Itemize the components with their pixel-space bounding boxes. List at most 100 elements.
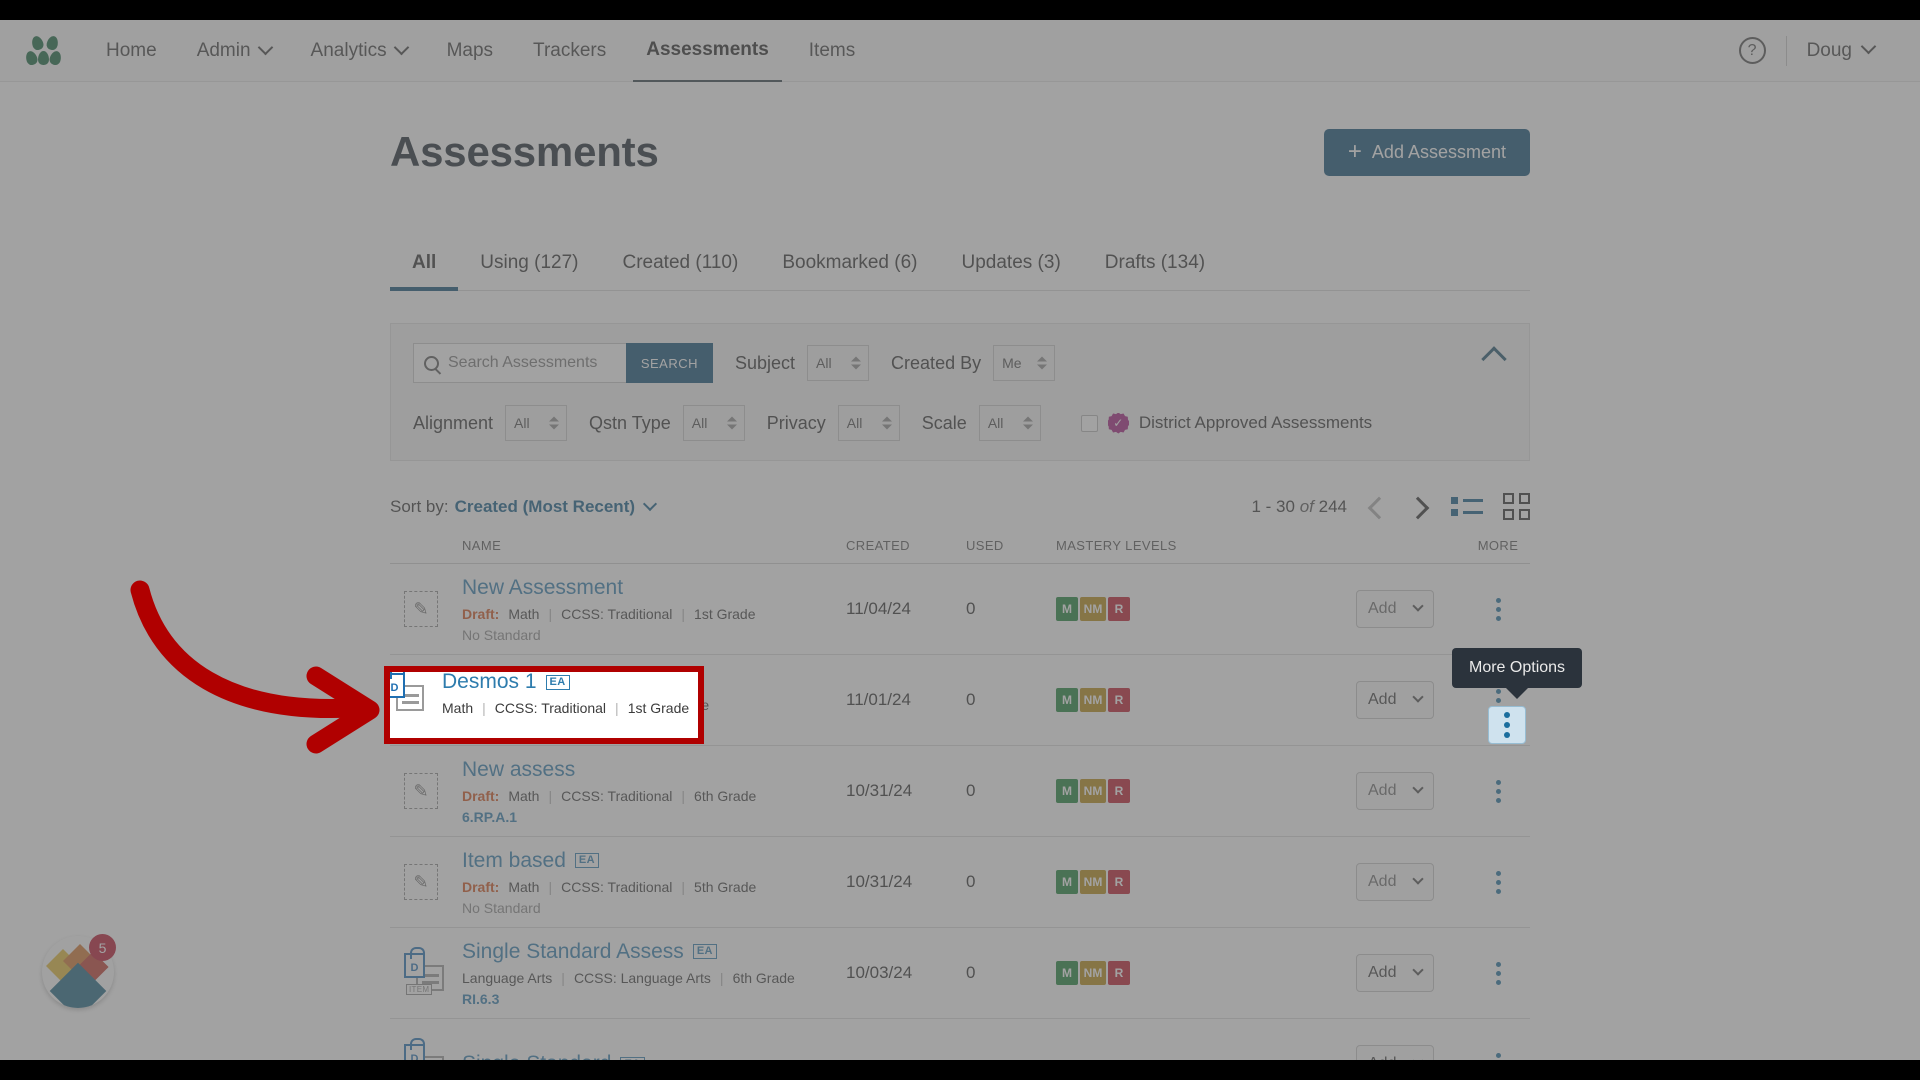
row-used: 0 [966, 690, 976, 709]
table-row[interactable]: D Single Standard EA Add [390, 1019, 1530, 1060]
table-row[interactable]: D ITEM Single Standard Assess EA Language… [390, 928, 1530, 1019]
notification-badge: 5 [89, 934, 116, 961]
row-mastery-levels: M NM R [1056, 961, 1356, 985]
assessment-tabs: All Using (127) Created (110) Bookmarked… [390, 242, 1530, 291]
tab-label: Updates (3) [961, 252, 1061, 273]
scale-filter-select[interactable]: All [978, 405, 1041, 441]
sort-by-value[interactable]: Created (Most Recent) [455, 497, 635, 517]
tab-bookmarked[interactable]: Bookmarked (6) [760, 242, 939, 291]
tab-using[interactable]: Using (127) [458, 242, 600, 291]
row-add-cell: Add [1356, 954, 1466, 992]
chevron-down-icon [1412, 782, 1424, 794]
alignment-filter-value: All [514, 415, 530, 431]
table-header-row: NAME CREATED USED MASTERY LEVELS MORE [390, 530, 1530, 564]
nav-item-maps[interactable]: Maps [434, 20, 506, 81]
search-input[interactable] [448, 354, 616, 372]
row-mastery-levels: M NM R [1056, 688, 1356, 712]
privacy-filter-select[interactable]: All [837, 405, 900, 441]
more-options-button[interactable] [1481, 1047, 1515, 1060]
mastery-badge-m: M [1056, 870, 1078, 894]
mastery-badge-m: M [1056, 961, 1078, 985]
assessment-name-link[interactable]: New assess [462, 758, 575, 782]
subject-filter-select[interactable]: All [807, 345, 870, 381]
row-subject: Math [508, 878, 540, 895]
row-alignment: CCSS: Language Arts [573, 969, 711, 986]
nav-item-analytics[interactable]: Analytics [298, 20, 420, 81]
assessment-name-link[interactable]: Item based [462, 849, 566, 873]
mastery-badge-r: R [1108, 961, 1130, 985]
nav-item-admin[interactable]: Admin [184, 20, 284, 81]
alignment-filter-select[interactable]: All [505, 405, 568, 441]
row-grade: 6th Grade [732, 969, 795, 986]
grid-view-icon[interactable] [1503, 493, 1530, 520]
sort-by-label: Sort by: [390, 496, 449, 516]
nav-item-items[interactable]: Items [796, 20, 868, 81]
filter-row-secondary: Alignment All Qstn Type All Privacy All … [413, 405, 1507, 441]
add-dropdown-button[interactable]: Add [1356, 954, 1434, 992]
table-row[interactable]: ✎ Item based EA Draft: Math | CCSS: Trad… [390, 837, 1530, 928]
col-header-more: MORE [1477, 538, 1519, 553]
table-row[interactable]: ✎ New assess Draft: Math | CCSS: Traditi… [390, 746, 1530, 837]
chevron-down-icon[interactable] [642, 496, 658, 511]
add-dropdown-button[interactable]: Add [1356, 681, 1434, 719]
chevron-down-icon [1412, 1055, 1424, 1060]
add-dropdown-button[interactable]: Add [1356, 772, 1434, 810]
locked-doc-icon: D [404, 1038, 444, 1060]
pagination-range: 1 - 30 [1251, 496, 1295, 516]
col-header-mastery: MASTERY LEVELS [1056, 538, 1177, 553]
add-dropdown-button[interactable]: Add [1356, 1045, 1434, 1060]
tab-updates[interactable]: Updates (3) [940, 242, 1083, 291]
assessment-name-link[interactable]: Single Standard [462, 1052, 611, 1060]
more-options-button-highlighted[interactable] [1488, 706, 1526, 744]
nav-item-trackers[interactable]: Trackers [520, 20, 619, 81]
tab-label: All [412, 252, 437, 273]
row-standard: No Standard [462, 899, 541, 916]
row-grade: 1st Grade [694, 605, 756, 622]
more-options-button[interactable] [1481, 774, 1515, 808]
tab-label: Using (127) [480, 252, 579, 273]
search-box[interactable] [413, 343, 626, 383]
previous-page-icon[interactable] [1367, 496, 1389, 518]
add-dropdown-button[interactable]: Add [1356, 590, 1434, 628]
district-approved-label: District Approved Assessments [1138, 413, 1373, 432]
assessment-name-link[interactable]: Desmos 1 [442, 672, 537, 694]
assessment-name-link[interactable]: Single Standard Assess [462, 940, 684, 964]
add-dropdown-button[interactable]: Add [1356, 863, 1434, 901]
list-view-icon[interactable] [1451, 497, 1483, 516]
nav-item-home[interactable]: Home [93, 20, 170, 81]
privacy-filter-label: Privacy [766, 412, 826, 433]
filter-panel: SEARCH Subject All Created By Me [390, 323, 1530, 461]
help-icon[interactable]: ? [1738, 37, 1766, 64]
row-more-cell [1466, 774, 1530, 808]
qstn-type-filter-select[interactable]: All [682, 405, 745, 441]
created-by-filter-select[interactable]: Me [993, 345, 1056, 381]
row-more-cell [1466, 1047, 1530, 1060]
nav-item-assessments[interactable]: Assessments [633, 20, 782, 83]
help-beacon-widget[interactable]: 5 [42, 934, 116, 1008]
mastery-badge-r: R [1108, 688, 1130, 712]
more-options-button[interactable] [1481, 865, 1515, 899]
district-approved-checkbox[interactable] [1080, 414, 1098, 432]
locked-doc-icon: D [390, 672, 424, 713]
nav-label: Home [106, 40, 157, 61]
row-add-cell: Add [1356, 1045, 1466, 1060]
brand-logo-icon[interactable] [24, 34, 63, 66]
user-menu[interactable]: Doug [1807, 38, 1877, 62]
row-created: 10/31/24 [846, 781, 913, 800]
page-header-row: Assessments + Add Assessment [390, 128, 1530, 198]
table-row[interactable]: ✎ New Assessment Draft: Math | CCSS: Tra… [390, 564, 1530, 655]
add-assessment-button[interactable]: + Add Assessment [1323, 128, 1530, 176]
row-name-cell: Single Standard EA [462, 1052, 846, 1060]
search-button[interactable]: SEARCH [625, 343, 713, 383]
row-alignment: CCSS: Traditional [561, 787, 673, 804]
tab-drafts[interactable]: Drafts (134) [1083, 242, 1227, 291]
draft-label: Draft: [462, 878, 500, 895]
assessment-name-link[interactable]: New Assessment [462, 576, 623, 600]
tab-created[interactable]: Created (110) [601, 242, 761, 291]
more-options-button[interactable] [1481, 956, 1515, 990]
tab-all[interactable]: All [390, 242, 459, 291]
screen-root: Home Admin Analytics Maps Trackers Asses… [0, 0, 1920, 1080]
next-page-icon[interactable] [1409, 496, 1431, 518]
more-options-button[interactable] [1481, 592, 1515, 626]
mastery-badge-nm: NM [1080, 961, 1106, 985]
